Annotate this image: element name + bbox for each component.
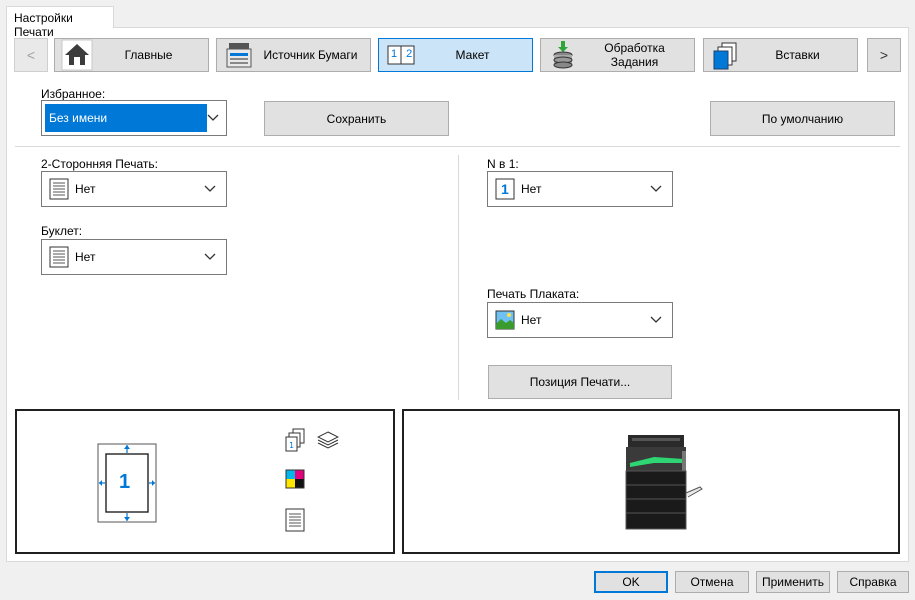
save-favorites-button[interactable]: Сохранить	[264, 101, 449, 136]
print-position-button[interactable]: Позиция Печати...	[488, 365, 672, 399]
collate-icon: 1	[285, 428, 305, 452]
booklet-value: Нет	[75, 250, 96, 264]
n-up-label: N в 1:	[487, 157, 519, 171]
booklet-dropdown[interactable]: Нет	[41, 239, 227, 275]
page-one-icon-text: 1	[501, 181, 509, 197]
job-handling-icon	[547, 39, 579, 71]
layout-icon-text: 1 2	[391, 48, 416, 60]
poster-dropdown[interactable]: Нет	[487, 302, 673, 338]
chevron-down-icon	[204, 253, 226, 261]
n-up-value: Нет	[521, 182, 542, 196]
inserts-icon	[710, 39, 742, 71]
chevron-down-icon	[204, 185, 226, 193]
paper-source-icon	[223, 39, 255, 71]
poster-label: Печать Плаката:	[487, 287, 580, 301]
section-divider	[15, 146, 900, 147]
chevron-down-icon	[207, 114, 229, 122]
booklet-label: Буклет:	[41, 224, 83, 238]
duplex-dropdown[interactable]: Нет	[41, 171, 227, 207]
page-one-icon: 1	[495, 178, 515, 200]
category-layout-button[interactable]: 1 2 Макет	[378, 38, 533, 72]
column-divider	[458, 155, 459, 400]
duplex-value: Нет	[75, 182, 96, 196]
printer-image	[624, 433, 704, 533]
prev-category-button[interactable]: <	[14, 38, 48, 72]
page-preview-panel: 1 1	[15, 409, 395, 554]
color-icon	[285, 469, 305, 489]
poster-value: Нет	[521, 313, 542, 327]
n-up-dropdown[interactable]: 1 Нет	[487, 171, 673, 207]
printer-preview-panel	[402, 409, 900, 554]
cancel-button[interactable]: Отмена	[675, 571, 749, 593]
favorites-dropdown[interactable]: Без имени	[41, 100, 227, 136]
ok-button[interactable]: OK	[594, 571, 668, 593]
category-main-button[interactable]: Главные	[54, 38, 209, 72]
single-sided-icon	[285, 508, 305, 532]
category-job-handling-button[interactable]: Обработка Задания	[540, 38, 695, 72]
document-icon	[49, 178, 69, 200]
document-icon	[49, 246, 69, 268]
default-button[interactable]: По умолчанию	[710, 101, 895, 136]
stack-icon	[317, 431, 339, 449]
category-paper-source-button[interactable]: Источник Бумаги	[216, 38, 371, 72]
favorites-value: Без имени	[45, 104, 207, 132]
page-preview-image: 1	[97, 443, 157, 523]
chevron-down-icon	[650, 316, 672, 324]
layout-icon: 1 2	[385, 39, 417, 71]
tab-print-settings[interactable]: Настройки Печати	[6, 6, 114, 39]
svg-text:1: 1	[289, 441, 294, 450]
help-button[interactable]: Справка	[837, 571, 909, 593]
home-icon	[61, 39, 93, 71]
favorites-label: Избранное:	[41, 87, 106, 101]
apply-button[interactable]: Применить	[756, 571, 830, 593]
category-inserts-button[interactable]: Вставки	[703, 38, 858, 72]
duplex-label: 2-Сторонняя Печать:	[41, 157, 158, 171]
poster-icon	[495, 309, 515, 331]
next-category-button[interactable]: >	[867, 38, 901, 72]
chevron-down-icon	[650, 185, 672, 193]
page-number: 1	[119, 471, 131, 493]
